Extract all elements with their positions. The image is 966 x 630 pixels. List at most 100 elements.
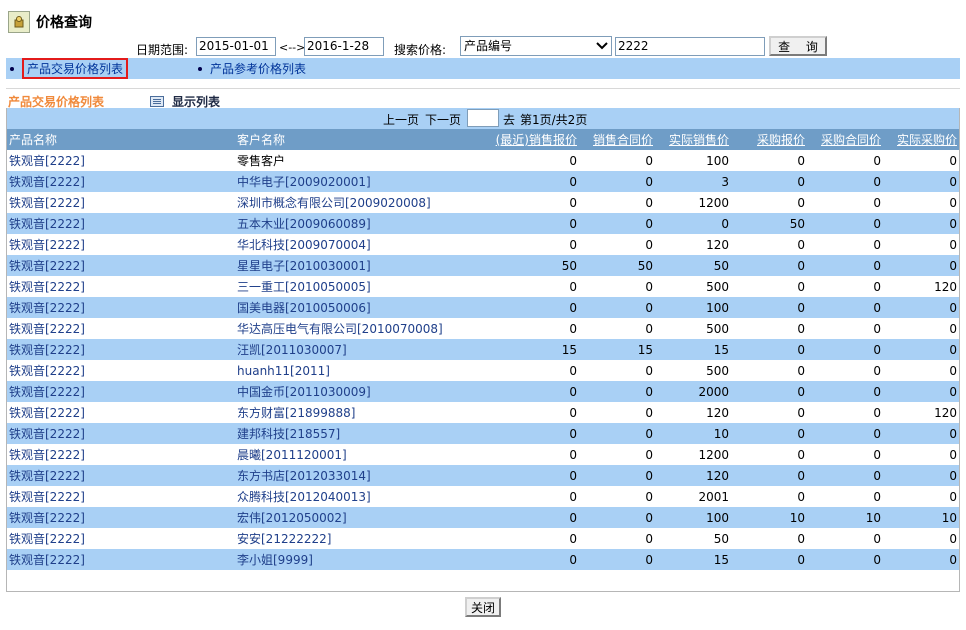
table-row[interactable]: 铁观音[2222] 东方财富[21899888] 0 0 120 0 0 120 <box>7 402 959 423</box>
actual-purchase-price-cell: 0 <box>883 213 959 234</box>
actual-sale-price-cell: 50 <box>655 528 731 549</box>
purchase-contract-price-cell: 0 <box>807 213 883 234</box>
table-row[interactable]: 铁观音[2222] 中国金币[2011030009] 0 0 2000 0 0 0 <box>7 381 959 402</box>
table-row[interactable]: 铁观音[2222] 国美电器[2010050006] 0 0 100 0 0 0 <box>7 297 959 318</box>
product-cell[interactable]: 铁观音[2222] <box>7 528 235 549</box>
recent-sale-quote-cell: 15 <box>463 339 579 360</box>
product-cell[interactable]: 铁观音[2222] <box>7 318 235 339</box>
tab-reference-prices[interactable]: 产品参考价格列表 <box>198 58 306 79</box>
column-header-sale-contract-price[interactable]: 销售合同价 <box>579 129 655 150</box>
table-row[interactable]: 铁观音[2222] 众腾科技[2012040013] 0 0 2001 0 0 0 <box>7 486 959 507</box>
prev-page-link[interactable]: 上一页 <box>383 111 419 128</box>
search-field-select[interactable]: 产品编号 <box>460 36 612 56</box>
product-cell[interactable]: 铁观音[2222] <box>7 192 235 213</box>
table-row[interactable]: 铁观音[2222] 宏伟[2012050002] 0 0 100 10 10 10 <box>7 507 959 528</box>
product-cell[interactable]: 铁观音[2222] <box>7 423 235 444</box>
product-cell[interactable]: 铁观音[2222] <box>7 171 235 192</box>
table-row[interactable]: 铁观音[2222] 东方书店[2012033014] 0 0 120 0 0 0 <box>7 465 959 486</box>
table-row[interactable]: 铁观音[2222] 中华电子[2009020001] 0 0 3 0 0 0 <box>7 171 959 192</box>
goto-page-button[interactable]: 去 <box>503 111 515 128</box>
customer-cell[interactable]: 建邦科技[218557] <box>235 423 463 444</box>
product-cell[interactable]: 铁观音[2222] <box>7 150 235 171</box>
page-number-input[interactable] <box>467 109 499 127</box>
purchase-contract-price-cell: 0 <box>807 318 883 339</box>
product-cell[interactable]: 铁观音[2222] <box>7 234 235 255</box>
table-row[interactable]: 铁观音[2222] 零售客户 0 0 100 0 0 0 <box>7 150 959 171</box>
sale-contract-price-cell: 0 <box>579 276 655 297</box>
column-header-actual-purchase-price[interactable]: 实际采购价 <box>883 129 959 150</box>
query-button[interactable]: 查 询 <box>769 36 827 56</box>
customer-cell[interactable]: 中国金币[2011030009] <box>235 381 463 402</box>
price-table: 产品名称 客户名称 (最近)销售报价 销售合同价 实际销售价 采购报价 采购合同… <box>7 129 959 570</box>
actual-sale-price-cell: 15 <box>655 549 731 570</box>
column-header-actual-sale-price[interactable]: 实际销售价 <box>655 129 731 150</box>
product-cell[interactable]: 铁观音[2222] <box>7 507 235 528</box>
customer-cell[interactable]: 五本木业[2009060089] <box>235 213 463 234</box>
actual-purchase-price-cell: 0 <box>883 150 959 171</box>
product-cell[interactable]: 铁观音[2222] <box>7 444 235 465</box>
table-row[interactable]: 铁观音[2222] 华北科技[2009070004] 0 0 120 0 0 0 <box>7 234 959 255</box>
column-header-purchase-quote[interactable]: 采购报价 <box>731 129 807 150</box>
customer-cell[interactable]: huanh11[2011] <box>235 360 463 381</box>
purchase-quote-cell: 0 <box>731 255 807 276</box>
next-page-link[interactable]: 下一页 <box>425 111 461 128</box>
customer-cell[interactable]: 汪凯[2011030007] <box>235 339 463 360</box>
purchase-contract-price-cell: 0 <box>807 360 883 381</box>
tab-label: 产品参考价格列表 <box>210 62 307 76</box>
customer-cell[interactable]: 国美电器[2010050006] <box>235 297 463 318</box>
customer-cell[interactable]: 三一重工[2010050005] <box>235 276 463 297</box>
date-from-input[interactable]: 2015-01-01 <box>196 37 276 56</box>
product-cell[interactable]: 铁观音[2222] <box>7 213 235 234</box>
actual-sale-price-cell: 15 <box>655 339 731 360</box>
table-row[interactable]: 铁观音[2222] 五本木业[2009060089] 0 0 0 50 0 0 <box>7 213 959 234</box>
product-cell[interactable]: 铁观音[2222] <box>7 486 235 507</box>
recent-sale-quote-cell: 0 <box>463 297 579 318</box>
customer-cell[interactable]: 华达高压电气有限公司[2010070008] <box>235 318 463 339</box>
customer-cell[interactable]: 李小姐[9999] <box>235 549 463 570</box>
customer-cell[interactable]: 东方书店[2012033014] <box>235 465 463 486</box>
table-row[interactable]: 铁观音[2222] 深圳市概念有限公司[2009020008] 0 0 1200 0 0 0 <box>7 192 959 213</box>
customer-cell[interactable]: 华北科技[2009070004] <box>235 234 463 255</box>
product-cell[interactable]: 铁观音[2222] <box>7 360 235 381</box>
product-cell[interactable]: 铁观音[2222] <box>7 297 235 318</box>
table-row[interactable]: 铁观音[2222] 汪凯[2011030007] 15 15 15 0 0 0 <box>7 339 959 360</box>
recent-sale-quote-cell: 50 <box>463 255 579 276</box>
product-cell[interactable]: 铁观音[2222] <box>7 255 235 276</box>
customer-cell[interactable]: 深圳市概念有限公司[2009020008] <box>235 192 463 213</box>
customer-cell[interactable]: 中华电子[2009020001] <box>235 171 463 192</box>
customer-cell[interactable]: 零售客户 <box>235 150 463 171</box>
search-field-selected: 产品编号 <box>464 39 513 53</box>
column-header-customer: 客户名称 <box>235 129 463 150</box>
table-row[interactable]: 铁观音[2222] 建邦科技[218557] 0 0 10 0 0 0 <box>7 423 959 444</box>
page-status: 第1页/共2页 <box>520 113 588 127</box>
product-cell[interactable]: 铁观音[2222] <box>7 276 235 297</box>
product-cell[interactable]: 铁观音[2222] <box>7 381 235 402</box>
table-row[interactable]: 铁观音[2222] 三一重工[2010050005] 0 0 500 0 0 120 <box>7 276 959 297</box>
sale-contract-price-cell: 0 <box>579 381 655 402</box>
table-row[interactable]: 铁观音[2222] 晨曦[2011120001] 0 0 1200 0 0 0 <box>7 444 959 465</box>
product-cell[interactable]: 铁观音[2222] <box>7 465 235 486</box>
search-keyword-input[interactable]: 2222 <box>615 37 765 56</box>
tab-transaction-prices[interactable]: 产品交易价格列表 <box>10 58 129 79</box>
customer-cell[interactable]: 东方财富[21899888] <box>235 402 463 423</box>
product-cell[interactable]: 铁观音[2222] <box>7 339 235 360</box>
sale-contract-price-cell: 0 <box>579 402 655 423</box>
date-to-input[interactable]: 2016-1-28 <box>304 37 384 56</box>
bullet-icon <box>198 66 202 71</box>
table-row[interactable]: 铁观音[2222] huanh11[2011] 0 0 500 0 0 0 <box>7 360 959 381</box>
table-row[interactable]: 铁观音[2222] 星星电子[2010030001] 50 50 50 0 0 0 <box>7 255 959 276</box>
table-row[interactable]: 铁观音[2222] 李小姐[9999] 0 0 15 0 0 0 <box>7 549 959 570</box>
customer-cell[interactable]: 宏伟[2012050002] <box>235 507 463 528</box>
customer-cell[interactable]: 安安[21222222] <box>235 528 463 549</box>
product-cell[interactable]: 铁观音[2222] <box>7 549 235 570</box>
customer-cell[interactable]: 晨曦[2011120001] <box>235 444 463 465</box>
sale-contract-price-cell: 0 <box>579 486 655 507</box>
column-header-recent-sale-quote[interactable]: (最近)销售报价 <box>463 129 579 150</box>
customer-cell[interactable]: 众腾科技[2012040013] <box>235 486 463 507</box>
customer-cell[interactable]: 星星电子[2010030001] <box>235 255 463 276</box>
column-header-purchase-contract-price[interactable]: 采购合同价 <box>807 129 883 150</box>
close-button[interactable]: 关闭 <box>465 597 501 617</box>
table-row[interactable]: 铁观音[2222] 华达高压电气有限公司[2010070008] 0 0 500 0 0 0 <box>7 318 959 339</box>
table-row[interactable]: 铁观音[2222] 安安[21222222] 0 0 50 0 0 0 <box>7 528 959 549</box>
product-cell[interactable]: 铁观音[2222] <box>7 402 235 423</box>
